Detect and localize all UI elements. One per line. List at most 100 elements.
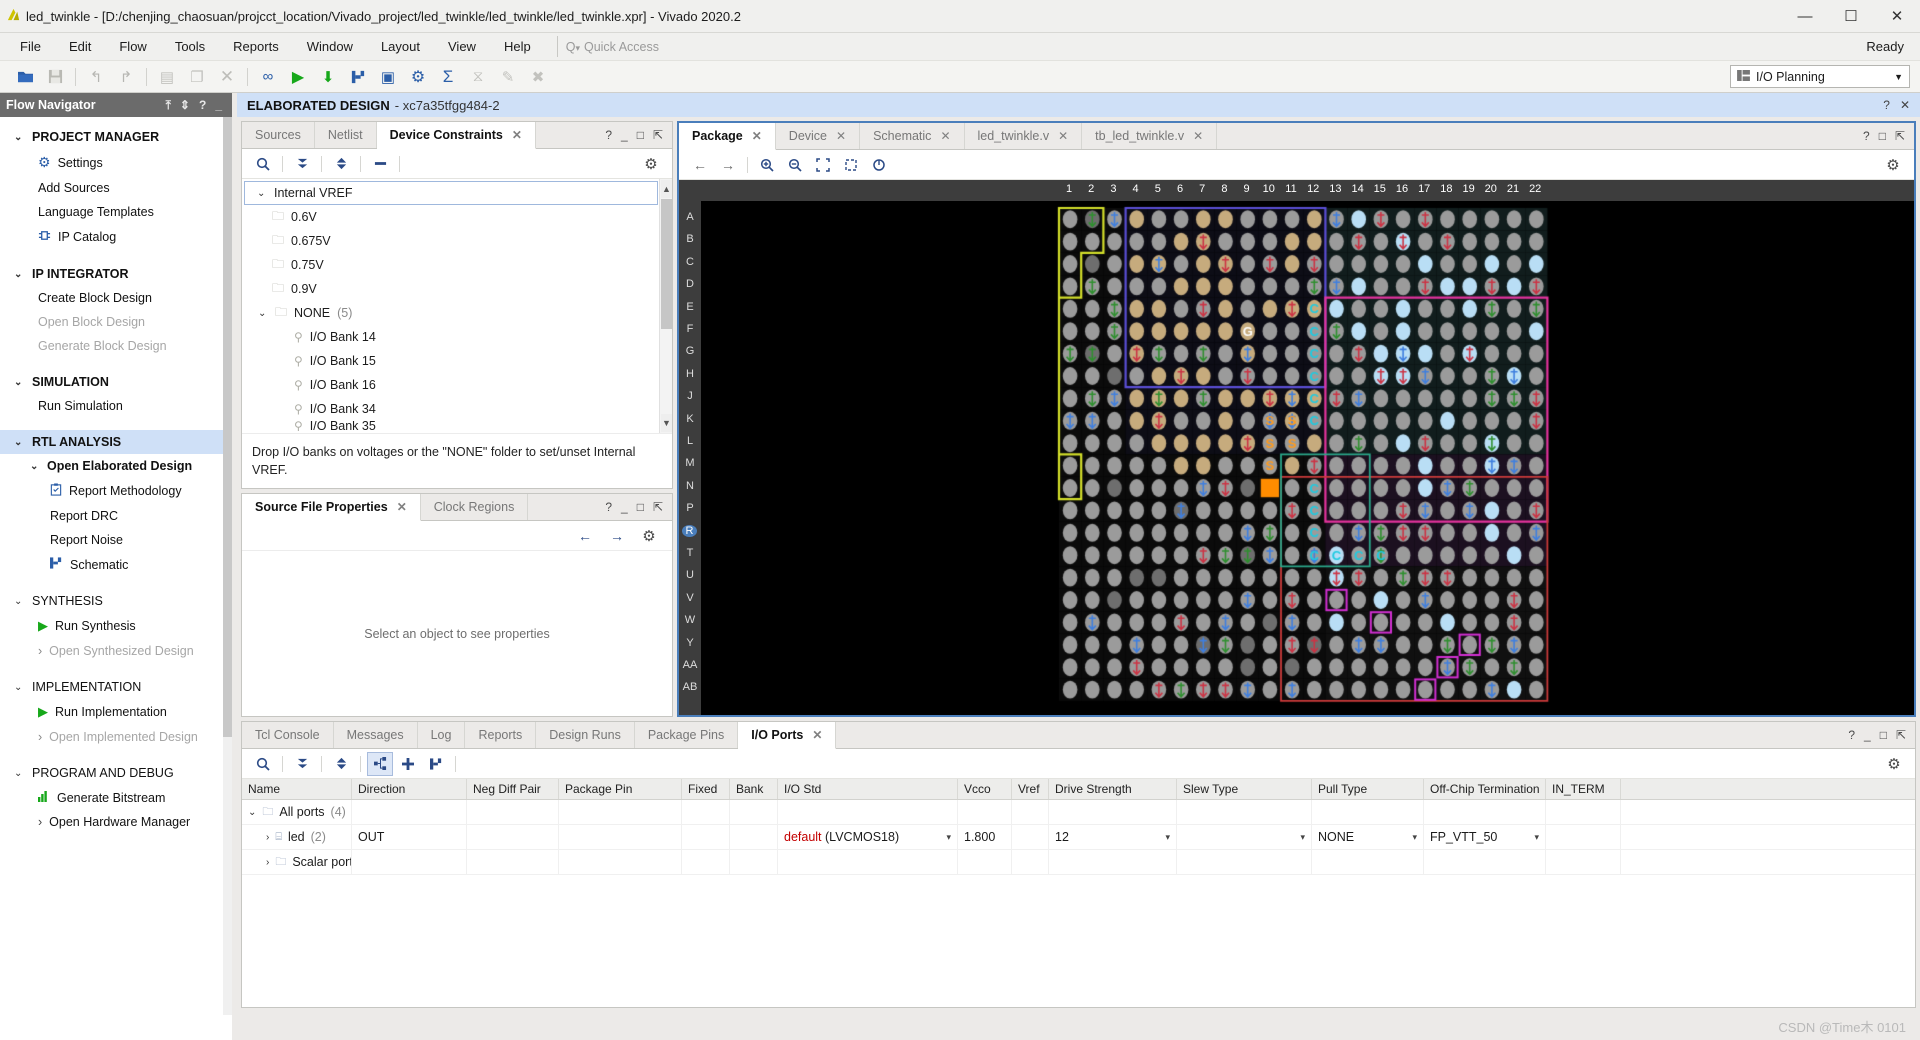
minus-icon[interactable] — [367, 152, 393, 176]
column-header[interactable]: Vref — [1012, 779, 1049, 799]
cell-vref[interactable] — [1012, 824, 1049, 850]
close-icon[interactable]: ✕ — [1193, 129, 1203, 143]
zoom-fit-icon[interactable] — [810, 153, 836, 177]
sum-icon[interactable]: Σ — [433, 64, 463, 90]
section-synthesis[interactable]: ⌄ SYNTHESIS — [0, 589, 232, 613]
schematic-icon[interactable] — [343, 64, 373, 90]
tab-tb-led-twinkle-v[interactable]: tb_led_twinkle.v ✕ — [1082, 123, 1218, 149]
help-icon[interactable]: ? — [1863, 129, 1870, 143]
row-expander[interactable]: ⌄ — [248, 807, 256, 818]
tab-package-pins[interactable]: Package Pins — [634, 722, 739, 748]
cell-direction[interactable] — [352, 849, 467, 875]
cell-fixed[interactable] — [682, 849, 730, 875]
cell-drive-strength[interactable] — [1049, 849, 1177, 875]
cell-i-o-std[interactable] — [778, 849, 958, 875]
maximize-panel-icon[interactable]: □ — [637, 500, 644, 514]
cell-in-term[interactable] — [1546, 799, 1621, 825]
delete-icon[interactable]: ✕ — [212, 64, 242, 90]
tree-item-io-bank-14[interactable]: ⚲ I/O Bank 14 — [242, 325, 672, 349]
close-icon[interactable]: ✕ — [752, 129, 762, 143]
nav-item-run-implementation[interactable]: ▶ Run Implementation — [0, 699, 232, 725]
nav-item-report-methodology[interactable]: Report Methodology — [0, 478, 232, 504]
column-header[interactable]: Off-Chip Termination — [1424, 779, 1546, 799]
minimize-button[interactable]: — — [1782, 0, 1828, 33]
section-project-manager[interactable]: ⌄ PROJECT MANAGER — [0, 125, 232, 149]
menu-help[interactable]: Help — [490, 35, 545, 58]
cell-off-chip-termination[interactable]: FP_VTT_50 ▾ — [1424, 824, 1546, 850]
tab-log[interactable]: Log — [417, 722, 466, 748]
collapse-all-icon[interactable]: ⤒ — [166, 98, 171, 113]
gear-icon[interactable]: ⚙ — [1880, 153, 1906, 177]
tab-messages[interactable]: Messages — [333, 722, 418, 748]
cell-vref[interactable] — [1012, 799, 1049, 825]
timing-icon[interactable]: ⧖ — [463, 64, 493, 90]
cell-neg-diff-pair[interactable] — [467, 799, 559, 825]
paste-icon[interactable]: ❐ — [182, 64, 212, 90]
chevron-down-icon[interactable]: ⌄ — [258, 308, 268, 319]
float-panel-icon[interactable]: ⇱ — [653, 128, 663, 142]
tab-netlist[interactable]: Netlist — [314, 122, 377, 148]
run-implementation-icon[interactable]: ⬇ — [313, 64, 343, 90]
nav-item-settings[interactable]: ⚙ Settings — [0, 149, 232, 176]
zoom-out-icon[interactable] — [782, 153, 808, 177]
tree-item-io-bank-34[interactable]: ⚲ I/O Bank 34 — [242, 397, 672, 421]
group-icon[interactable] — [367, 751, 393, 776]
close-icon[interactable]: ✕ — [812, 728, 822, 742]
nav-item-report-noise[interactable]: Report Noise — [0, 528, 232, 552]
help-icon[interactable]: ? — [1883, 98, 1890, 112]
column-header[interactable]: Fixed — [682, 779, 730, 799]
menu-file[interactable]: File — [6, 35, 55, 58]
help-icon[interactable]: ? — [605, 500, 612, 514]
menu-window[interactable]: Window — [293, 35, 367, 58]
pencil-icon[interactable]: ✎ — [493, 64, 523, 90]
chevron-down-icon[interactable]: ⌄ — [257, 188, 267, 199]
package-device-view[interactable]: 1 2 3 4 5 6 7 8 9 10 11 12 13 14 15 16 17 18 19 20 21 22 ABCD… — [679, 180, 1914, 715]
tab-reports[interactable]: Reports — [465, 722, 537, 748]
nav-item-open-elaborated-design[interactable]: ⌄ Open Elaborated Design — [0, 454, 232, 478]
redo-icon[interactable]: ↱ — [111, 64, 141, 90]
tree-item-io-bank-15[interactable]: ⚲ I/O Bank 15 — [242, 349, 672, 373]
cell-in-term[interactable] — [1546, 849, 1621, 875]
nav-item-generate-block-design[interactable]: Generate Block Design — [0, 334, 232, 358]
column-header[interactable]: Bank — [730, 779, 778, 799]
cell-name[interactable]: ›🗀Scalar ports(2) — [242, 849, 352, 875]
tab-design-runs[interactable]: Design Runs — [536, 722, 635, 748]
cell-pull-type[interactable] — [1312, 799, 1424, 825]
menu-view[interactable]: View — [434, 35, 490, 58]
nav-item-run-simulation[interactable]: Run Simulation — [0, 394, 232, 418]
zoom-area-icon[interactable] — [838, 153, 864, 177]
column-header[interactable]: Direction — [352, 779, 467, 799]
row-expander[interactable]: › — [266, 832, 269, 843]
tree-item-0-9v[interactable]: 🗀 0.9V — [242, 277, 672, 301]
tree-item-0-6v[interactable]: 🗀 0.6V — [242, 205, 672, 229]
column-header[interactable]: Package Pin — [559, 779, 682, 799]
nav-item-ip-catalog[interactable]: IP Catalog — [0, 224, 232, 250]
search-icon[interactable] — [250, 752, 276, 776]
nav-item-report-drc[interactable]: Report DRC — [0, 504, 232, 528]
nav-item-generate-bitstream[interactable]: Generate Bitstream — [0, 785, 232, 810]
quick-access-search[interactable]: Q▾ Quick Access — [556, 36, 739, 57]
help-icon[interactable]: ? — [199, 98, 206, 113]
cell-fixed[interactable] — [682, 824, 730, 850]
nav-item-open-block-design[interactable]: Open Block Design — [0, 310, 232, 334]
chevron-down-icon[interactable]: ▾ — [1412, 832, 1417, 843]
close-icon[interactable]: ✕ — [397, 500, 407, 514]
cell-i-o-std[interactable]: default (LVCMOS18) ▾ — [778, 824, 958, 850]
chevron-down-icon[interactable]: ▾ — [1165, 832, 1170, 843]
tab-schematic[interactable]: Schematic ✕ — [860, 123, 965, 149]
cell-neg-diff-pair[interactable] — [467, 824, 559, 850]
menu-edit[interactable]: Edit — [55, 35, 105, 58]
zoom-in-icon[interactable] — [754, 153, 780, 177]
menu-reports[interactable]: Reports — [219, 35, 293, 58]
cell-bank[interactable] — [730, 849, 778, 875]
nav-item-schematic[interactable]: Schematic — [0, 552, 232, 577]
open-project-icon[interactable] — [10, 64, 40, 90]
cell-slew-type[interactable] — [1177, 849, 1312, 875]
tab-package[interactable]: Package ✕ — [679, 123, 776, 150]
cell-vref[interactable] — [1012, 849, 1049, 875]
cell-package-pin[interactable] — [559, 799, 682, 825]
scroll-up-arrow[interactable]: ▲ — [661, 180, 672, 198]
expand-all-icon[interactable] — [328, 152, 354, 176]
cell-vcco[interactable]: 1.800 — [958, 824, 1012, 850]
refresh-icon[interactable] — [866, 153, 892, 177]
